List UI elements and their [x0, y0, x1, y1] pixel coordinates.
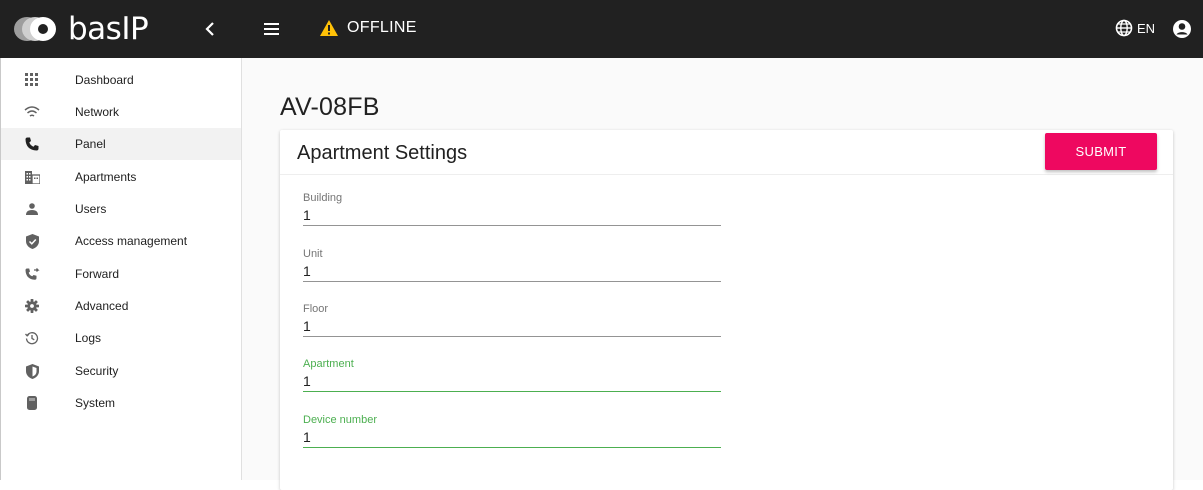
sidebar-item-users[interactable]: Users — [0, 193, 241, 225]
wifi-icon — [24, 104, 40, 120]
language-selector[interactable]: EN — [1115, 19, 1155, 37]
sidebar-item-dashboard[interactable]: Dashboard — [0, 64, 241, 96]
top-bar: basIP OFFLINE EN — [0, 0, 1203, 58]
shield-icon — [24, 363, 40, 379]
user-icon — [24, 201, 40, 217]
apartment-label: Apartment — [303, 358, 354, 370]
sidebar: Dashboard Network Panel Apartments Users… — [0, 58, 242, 480]
sidebar-item-label: Panel — [75, 137, 106, 151]
sidebar-item-label: Logs — [75, 331, 102, 345]
apartment-field: Apartment — [303, 358, 721, 400]
chevron-left-icon — [205, 22, 214, 36]
floor-input[interactable] — [303, 315, 721, 337]
floor-label: Floor — [303, 303, 329, 315]
card-title: Apartment Settings — [297, 142, 468, 164]
language-label: EN — [1137, 20, 1156, 36]
page-title: AV-08FB — [280, 93, 380, 121]
unit-label: Unit — [303, 248, 323, 260]
apartment-input[interactable] — [303, 370, 721, 392]
building-icon — [24, 169, 40, 185]
sidebar-item-network[interactable]: Network — [0, 96, 241, 128]
phone-icon — [24, 136, 40, 152]
sidebar-item-system[interactable]: System — [0, 387, 241, 419]
sidebar-item-apartments[interactable]: Apartments — [0, 161, 241, 193]
sidebar-item-label: Apartments — [75, 170, 137, 184]
sidebar-item-label: Access management — [75, 234, 188, 248]
basip-logo-icon — [14, 17, 56, 41]
device-number-label: Device number — [303, 414, 377, 426]
shield-check-icon — [24, 233, 40, 249]
sidebar-item-panel[interactable]: Panel — [0, 128, 241, 160]
sidebar-item-label: Advanced — [75, 299, 129, 313]
sidebar-item-label: Security — [75, 364, 119, 378]
gear-icon — [24, 298, 40, 314]
account-icon[interactable] — [1172, 19, 1192, 39]
building-field: Building — [303, 192, 721, 234]
sidebar-item-logs[interactable]: Logs — [0, 322, 241, 354]
sidebar-item-label: Forward — [75, 267, 120, 281]
sidebar-item-forward[interactable]: Forward — [0, 258, 241, 290]
device-number-input[interactable] — [303, 426, 721, 448]
sidebar-item-label: Users — [75, 202, 107, 216]
sidebar-item-advanced[interactable]: Advanced — [0, 290, 241, 322]
brand-name: basIP — [68, 10, 149, 47]
device-icon — [24, 395, 40, 411]
device-number-field: Device number — [303, 414, 721, 456]
grid-icon — [24, 72, 40, 88]
status-text: OFFLINE — [347, 19, 417, 36]
logo: basIP — [12, 10, 149, 48]
sidebar-item-label: Dashboard — [75, 73, 134, 87]
sidebar-item-label: System — [75, 396, 116, 410]
building-input[interactable] — [303, 204, 721, 226]
building-label: Building — [303, 192, 343, 204]
sidebar-item-label: Network — [75, 105, 120, 119]
hamburger-menu-icon[interactable] — [262, 20, 282, 38]
sidebar-item-security[interactable]: Security — [0, 355, 241, 387]
unit-field: Unit — [303, 248, 721, 290]
phone-forward-icon — [24, 266, 40, 282]
history-icon — [24, 330, 40, 346]
unit-input[interactable] — [303, 260, 721, 282]
submit-button[interactable]: SUBMIT — [1045, 133, 1157, 170]
globe-icon — [1115, 19, 1133, 37]
connection-status: OFFLINE — [319, 19, 417, 37]
card-header: Apartment Settings SUBMIT — [280, 130, 1173, 175]
apartment-settings-card: Apartment Settings SUBMIT Building Unit … — [280, 130, 1173, 490]
floor-field: Floor — [303, 303, 721, 345]
window-edge — [0, 58, 8, 480]
warning-icon — [320, 20, 338, 36]
sidebar-item-access-management[interactable]: Access management — [0, 225, 241, 257]
collapse-sidebar-button[interactable] — [200, 18, 220, 40]
